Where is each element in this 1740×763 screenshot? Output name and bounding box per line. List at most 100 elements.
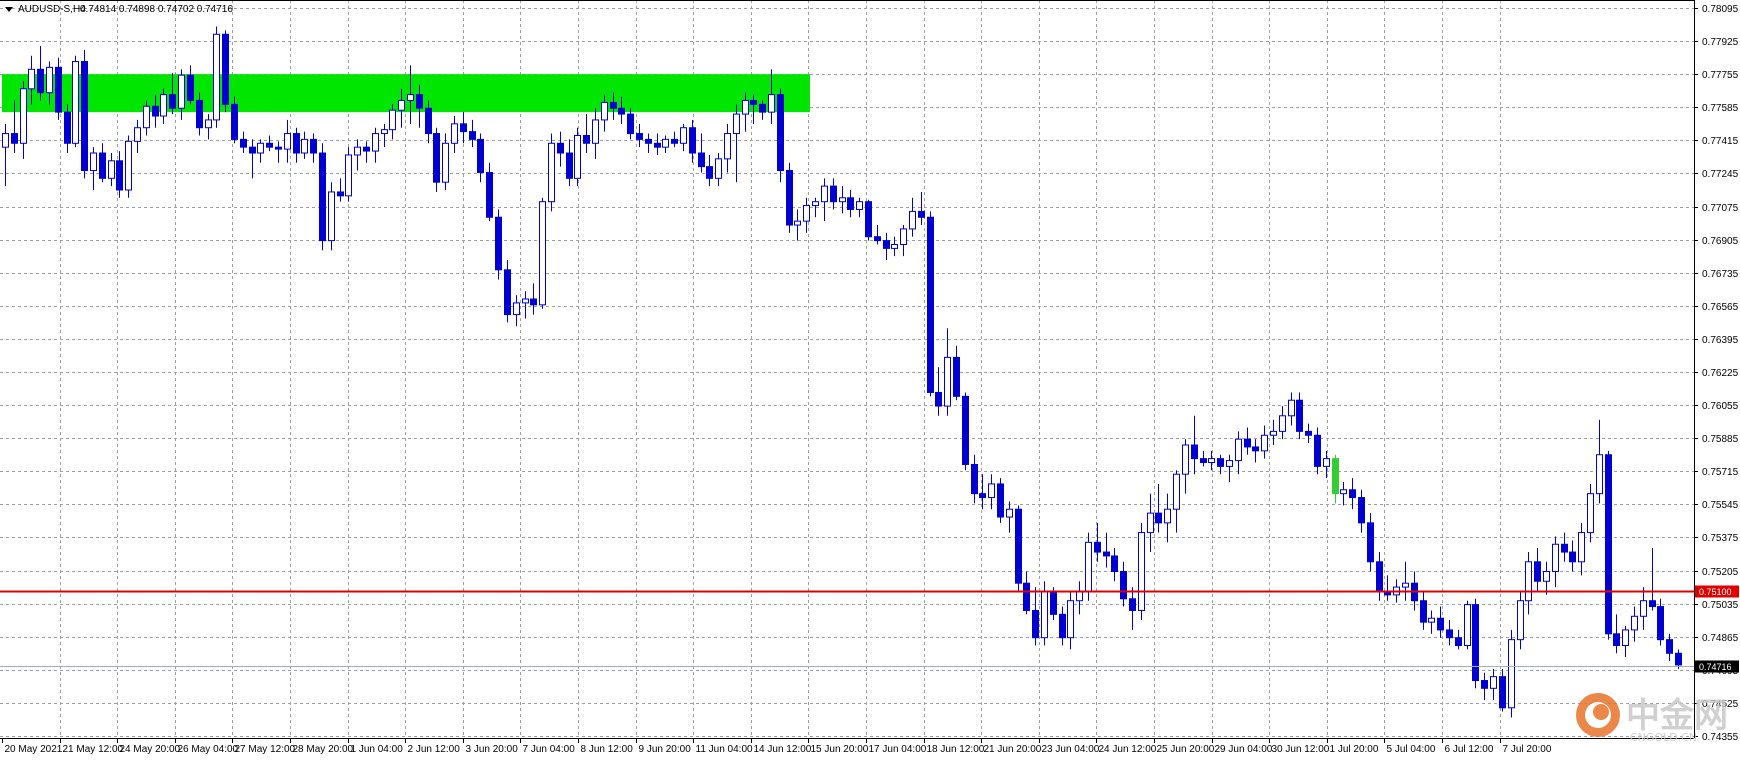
candle-body-bull (803, 205, 810, 222)
candle-body-bear (1032, 609, 1039, 639)
candle-body-bear (1244, 438, 1251, 448)
price-chart[interactable]: 0.78095 0.77925 0.77755 0.77585 0.77415 0.772… (0, 0, 1740, 763)
chart-header[interactable]: AUDUSD-S,H4 0.74814 0.74898 0.74702 0.74… (5, 4, 233, 15)
candle-body-bull (574, 134, 581, 179)
x-tick-label: 7 Jul 20:00 (1503, 744, 1552, 755)
y-tick-label: 0.75205 (1702, 567, 1739, 578)
candle-body-bear (231, 103, 238, 140)
y-tick-label: 0.77245 (1702, 169, 1739, 180)
candle-body-bear (918, 210, 925, 218)
candle-body-bear (222, 33, 229, 105)
candle-body-bear (1305, 430, 1312, 436)
x-tick-label: 26 May 04:00 (178, 744, 239, 755)
candle-body-bull (1622, 629, 1629, 646)
candle-body-bull (143, 105, 150, 129)
candle-body-bear (1358, 497, 1365, 524)
x-tick-label: 30 Jun 12:00 (1272, 744, 1330, 755)
candle-body-bear (152, 105, 159, 117)
candle-body-bear (865, 201, 872, 238)
candle-body-bull (1067, 600, 1074, 639)
candle-body-bear (1059, 613, 1066, 639)
candle-body-bull (1323, 458, 1330, 467)
candle-body-bear (1252, 446, 1259, 452)
candle-body-bear (759, 103, 766, 113)
candle-body-bear (1349, 489, 1356, 499)
candle-body-bull (328, 191, 335, 242)
x-tick-label: 18 Jun 12:00 (927, 744, 985, 755)
candle-body-bull (1164, 508, 1171, 524)
y-tick-label: 0.76735 (1702, 269, 1739, 280)
candle-body-bull (178, 74, 185, 109)
candle-body-bear (654, 142, 661, 148)
candle-body-bull (1587, 493, 1594, 534)
candle-body-bear (249, 146, 256, 154)
y-tick-label: 0.75885 (1702, 434, 1739, 445)
candle-body-bear (266, 142, 273, 148)
support-level-label: 0.75100 (1699, 587, 1732, 597)
candle-body-bear (971, 463, 978, 495)
candle-body-bear (504, 269, 511, 316)
candle-body-bear (1155, 512, 1162, 524)
y-tick-label: 0.77585 (1702, 103, 1739, 114)
x-tick-label: 29 Jun 04:00 (1215, 744, 1273, 755)
candle-body-bull (451, 123, 458, 144)
candle-body-bull (1173, 473, 1180, 510)
candle-body-bull (601, 101, 608, 121)
x-tick-label: 9 Jun 20:00 (639, 744, 692, 755)
x-tick-label: 27 May 12:00 (235, 744, 296, 755)
x-tick-label: 24 May 20:00 (120, 744, 181, 755)
y-tick-label: 0.75545 (1702, 500, 1739, 511)
candle-body-bear (64, 111, 71, 144)
candle-body-bear (1455, 637, 1462, 646)
x-tick-label: 15 Jun 20:00 (811, 744, 869, 755)
candle-body-bull (1517, 600, 1524, 641)
candle-body-bull (1006, 508, 1013, 518)
candle-body-bull (724, 133, 731, 160)
candle-body-bear (1023, 582, 1030, 611)
candle-body-bull (944, 356, 951, 407)
x-tick-label: 17 Jun 04:00 (869, 744, 927, 755)
candle-body-bear (55, 66, 62, 113)
candle-body-bear (1420, 600, 1427, 623)
x-tick-label: 23 Jun 04:00 (1042, 744, 1100, 755)
candle-body-bull (1402, 582, 1409, 588)
x-tick-label: 1 Jun 04:00 (351, 744, 404, 755)
candle-body-bull (548, 142, 555, 203)
candle-body-bull (1261, 434, 1268, 452)
candle-body-bear (1015, 508, 1022, 584)
candle-body-bull (1428, 617, 1435, 623)
candle-body-bull (20, 88, 27, 144)
x-tick-label: 6 Jul 12:00 (1445, 744, 1494, 755)
candle-body-bear (1367, 522, 1374, 563)
candle-body-bull (768, 94, 775, 113)
candle-body-bear (1649, 600, 1656, 608)
candle-body-bull (1631, 615, 1638, 631)
candle-body-bear (1534, 561, 1541, 582)
candle-body-bear (1050, 590, 1057, 615)
candle-body-bear (583, 134, 590, 144)
candle-body-bear (196, 99, 203, 129)
x-tick-label: 14 Jun 12:00 (754, 744, 812, 755)
cngold-logo-icon (1576, 693, 1620, 737)
candle-body-bull (398, 99, 405, 111)
candle-body-bull (821, 185, 828, 203)
candle-body-bear (337, 191, 344, 197)
candle-body-bull (680, 127, 687, 144)
candle-body-bear (187, 74, 194, 101)
y-tick-label: 0.75715 (1702, 467, 1739, 478)
x-tick-label: 28 May 20:00 (293, 744, 354, 755)
header-symbol: AUDUSD-S,H4 (18, 4, 86, 15)
candle-body-bear (1120, 571, 1127, 600)
candle-body-bear (1481, 680, 1488, 689)
candle-body-bull (1138, 532, 1145, 611)
candle-body-bull (988, 483, 995, 499)
candle-body-bull (345, 154, 352, 197)
candle-body-bull (1085, 541, 1092, 592)
candle-body-bear (953, 356, 960, 397)
candle-body-bear (1446, 629, 1453, 639)
candle-body-bull (381, 129, 388, 135)
candle-body-bear (557, 142, 564, 154)
candle-body-bear (1675, 652, 1682, 666)
candle-body-bear (935, 391, 942, 407)
candle-body-bull (284, 133, 291, 150)
